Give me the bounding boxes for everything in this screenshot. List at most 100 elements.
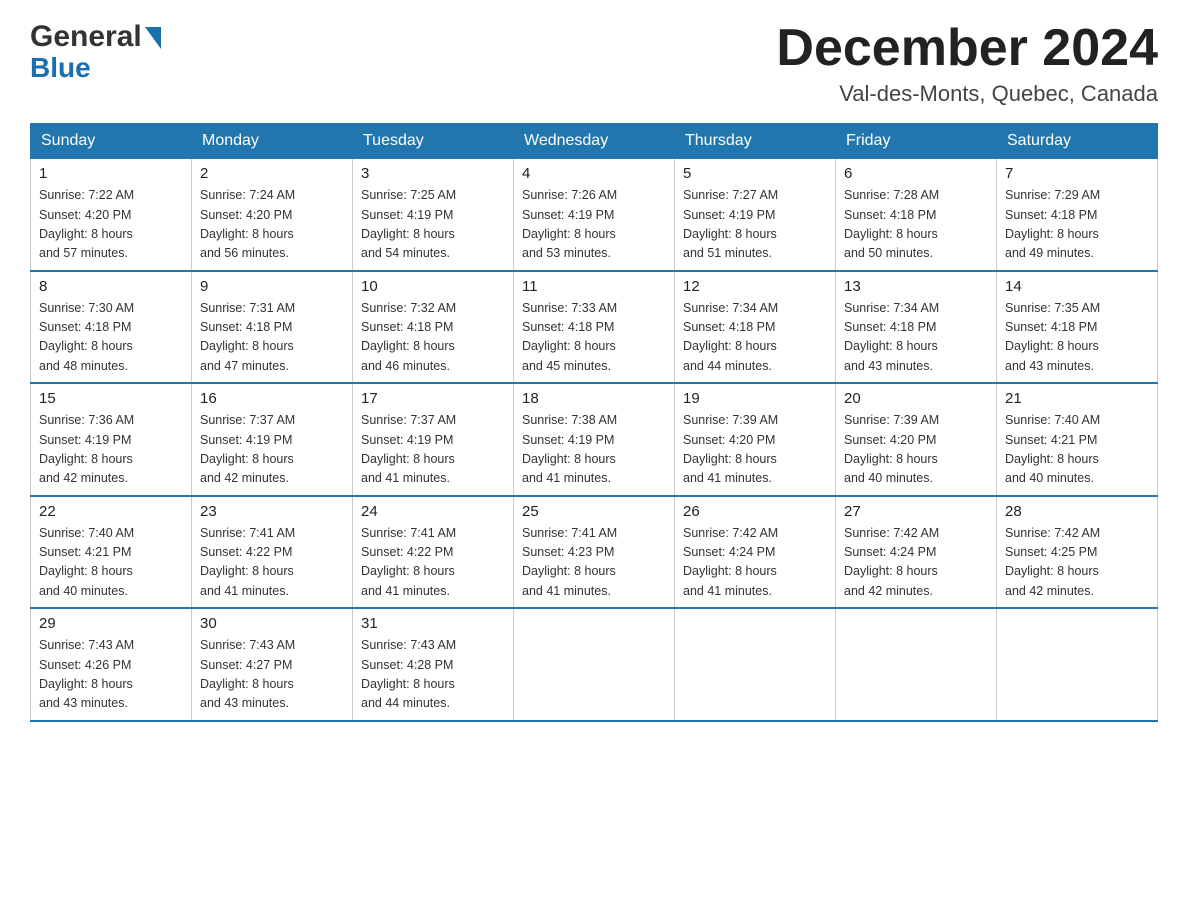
logo-arrow-icon [145,27,161,49]
day-info: Sunrise: 7:40 AMSunset: 4:21 PMDaylight:… [1005,411,1149,489]
calendar-cell: 12 Sunrise: 7:34 AMSunset: 4:18 PMDaylig… [675,271,836,384]
calendar-cell: 28 Sunrise: 7:42 AMSunset: 4:25 PMDaylig… [997,496,1158,609]
calendar-cell: 8 Sunrise: 7:30 AMSunset: 4:18 PMDayligh… [31,271,192,384]
day-info: Sunrise: 7:42 AMSunset: 4:24 PMDaylight:… [844,524,988,602]
day-info: Sunrise: 7:25 AMSunset: 4:19 PMDaylight:… [361,186,505,264]
calendar-week-1: 1 Sunrise: 7:22 AMSunset: 4:20 PMDayligh… [31,159,1158,271]
calendar-cell [514,608,675,721]
calendar-week-5: 29 Sunrise: 7:43 AMSunset: 4:26 PMDaylig… [31,608,1158,721]
day-number: 6 [844,165,988,182]
calendar-cell: 13 Sunrise: 7:34 AMSunset: 4:18 PMDaylig… [836,271,997,384]
header-row: SundayMondayTuesdayWednesdayThursdayFrid… [31,124,1158,159]
day-info: Sunrise: 7:31 AMSunset: 4:18 PMDaylight:… [200,299,344,377]
logo-blue: Blue [30,52,91,84]
calendar-cell: 1 Sunrise: 7:22 AMSunset: 4:20 PMDayligh… [31,159,192,271]
day-number: 29 [39,615,183,632]
calendar-cell: 10 Sunrise: 7:32 AMSunset: 4:18 PMDaylig… [353,271,514,384]
calendar-cell: 23 Sunrise: 7:41 AMSunset: 4:22 PMDaylig… [192,496,353,609]
header-day-saturday: Saturday [997,124,1158,159]
calendar-week-2: 8 Sunrise: 7:30 AMSunset: 4:18 PMDayligh… [31,271,1158,384]
location: Val-des-Monts, Quebec, Canada [776,81,1158,107]
day-info: Sunrise: 7:26 AMSunset: 4:19 PMDaylight:… [522,186,666,264]
day-number: 12 [683,278,827,295]
calendar-cell: 3 Sunrise: 7:25 AMSunset: 4:19 PMDayligh… [353,159,514,271]
day-number: 10 [361,278,505,295]
calendar-cell: 31 Sunrise: 7:43 AMSunset: 4:28 PMDaylig… [353,608,514,721]
day-info: Sunrise: 7:40 AMSunset: 4:21 PMDaylight:… [39,524,183,602]
day-info: Sunrise: 7:43 AMSunset: 4:26 PMDaylight:… [39,636,183,714]
day-info: Sunrise: 7:24 AMSunset: 4:20 PMDaylight:… [200,186,344,264]
day-info: Sunrise: 7:38 AMSunset: 4:19 PMDaylight:… [522,411,666,489]
day-number: 19 [683,390,827,407]
calendar-cell: 6 Sunrise: 7:28 AMSunset: 4:18 PMDayligh… [836,159,997,271]
day-info: Sunrise: 7:30 AMSunset: 4:18 PMDaylight:… [39,299,183,377]
day-number: 13 [844,278,988,295]
day-number: 17 [361,390,505,407]
header-day-monday: Monday [192,124,353,159]
calendar-cell: 5 Sunrise: 7:27 AMSunset: 4:19 PMDayligh… [675,159,836,271]
day-info: Sunrise: 7:37 AMSunset: 4:19 PMDaylight:… [361,411,505,489]
day-number: 22 [39,503,183,520]
day-info: Sunrise: 7:35 AMSunset: 4:18 PMDaylight:… [1005,299,1149,377]
day-number: 4 [522,165,666,182]
day-number: 23 [200,503,344,520]
day-info: Sunrise: 7:43 AMSunset: 4:28 PMDaylight:… [361,636,505,714]
day-info: Sunrise: 7:34 AMSunset: 4:18 PMDaylight:… [683,299,827,377]
day-info: Sunrise: 7:39 AMSunset: 4:20 PMDaylight:… [683,411,827,489]
calendar-cell: 20 Sunrise: 7:39 AMSunset: 4:20 PMDaylig… [836,383,997,496]
header-day-friday: Friday [836,124,997,159]
day-number: 7 [1005,165,1149,182]
day-info: Sunrise: 7:41 AMSunset: 4:22 PMDaylight:… [361,524,505,602]
day-info: Sunrise: 7:42 AMSunset: 4:24 PMDaylight:… [683,524,827,602]
calendar-cell: 14 Sunrise: 7:35 AMSunset: 4:18 PMDaylig… [997,271,1158,384]
calendar-cell: 26 Sunrise: 7:42 AMSunset: 4:24 PMDaylig… [675,496,836,609]
day-number: 30 [200,615,344,632]
calendar-cell: 7 Sunrise: 7:29 AMSunset: 4:18 PMDayligh… [997,159,1158,271]
day-number: 3 [361,165,505,182]
logo: General Blue [30,20,161,84]
day-number: 27 [844,503,988,520]
day-number: 1 [39,165,183,182]
calendar-header: SundayMondayTuesdayWednesdayThursdayFrid… [31,124,1158,159]
calendar-table: SundayMondayTuesdayWednesdayThursdayFrid… [30,123,1158,722]
calendar-cell: 29 Sunrise: 7:43 AMSunset: 4:26 PMDaylig… [31,608,192,721]
day-info: Sunrise: 7:32 AMSunset: 4:18 PMDaylight:… [361,299,505,377]
calendar-cell: 18 Sunrise: 7:38 AMSunset: 4:19 PMDaylig… [514,383,675,496]
day-info: Sunrise: 7:39 AMSunset: 4:20 PMDaylight:… [844,411,988,489]
calendar-cell: 25 Sunrise: 7:41 AMSunset: 4:23 PMDaylig… [514,496,675,609]
calendar-cell [836,608,997,721]
calendar-cell: 4 Sunrise: 7:26 AMSunset: 4:19 PMDayligh… [514,159,675,271]
day-number: 24 [361,503,505,520]
calendar-cell: 9 Sunrise: 7:31 AMSunset: 4:18 PMDayligh… [192,271,353,384]
calendar-cell: 24 Sunrise: 7:41 AMSunset: 4:22 PMDaylig… [353,496,514,609]
day-number: 20 [844,390,988,407]
day-number: 2 [200,165,344,182]
calendar-cell: 16 Sunrise: 7:37 AMSunset: 4:19 PMDaylig… [192,383,353,496]
calendar-cell: 11 Sunrise: 7:33 AMSunset: 4:18 PMDaylig… [514,271,675,384]
calendar-cell [997,608,1158,721]
day-info: Sunrise: 7:42 AMSunset: 4:25 PMDaylight:… [1005,524,1149,602]
day-number: 21 [1005,390,1149,407]
day-number: 25 [522,503,666,520]
day-info: Sunrise: 7:41 AMSunset: 4:23 PMDaylight:… [522,524,666,602]
day-number: 8 [39,278,183,295]
day-info: Sunrise: 7:41 AMSunset: 4:22 PMDaylight:… [200,524,344,602]
header-day-thursday: Thursday [675,124,836,159]
header-day-sunday: Sunday [31,124,192,159]
page-header: General Blue December 2024 Val-des-Monts… [30,20,1158,107]
calendar-cell: 17 Sunrise: 7:37 AMSunset: 4:19 PMDaylig… [353,383,514,496]
day-number: 26 [683,503,827,520]
calendar-body: 1 Sunrise: 7:22 AMSunset: 4:20 PMDayligh… [31,159,1158,721]
calendar-cell: 30 Sunrise: 7:43 AMSunset: 4:27 PMDaylig… [192,608,353,721]
day-info: Sunrise: 7:37 AMSunset: 4:19 PMDaylight:… [200,411,344,489]
calendar-cell [675,608,836,721]
calendar-cell: 27 Sunrise: 7:42 AMSunset: 4:24 PMDaylig… [836,496,997,609]
day-info: Sunrise: 7:29 AMSunset: 4:18 PMDaylight:… [1005,186,1149,264]
calendar-week-4: 22 Sunrise: 7:40 AMSunset: 4:21 PMDaylig… [31,496,1158,609]
calendar-cell: 2 Sunrise: 7:24 AMSunset: 4:20 PMDayligh… [192,159,353,271]
title-block: December 2024 Val-des-Monts, Quebec, Can… [776,20,1158,107]
day-number: 9 [200,278,344,295]
month-title: December 2024 [776,20,1158,77]
day-info: Sunrise: 7:43 AMSunset: 4:27 PMDaylight:… [200,636,344,714]
day-number: 16 [200,390,344,407]
